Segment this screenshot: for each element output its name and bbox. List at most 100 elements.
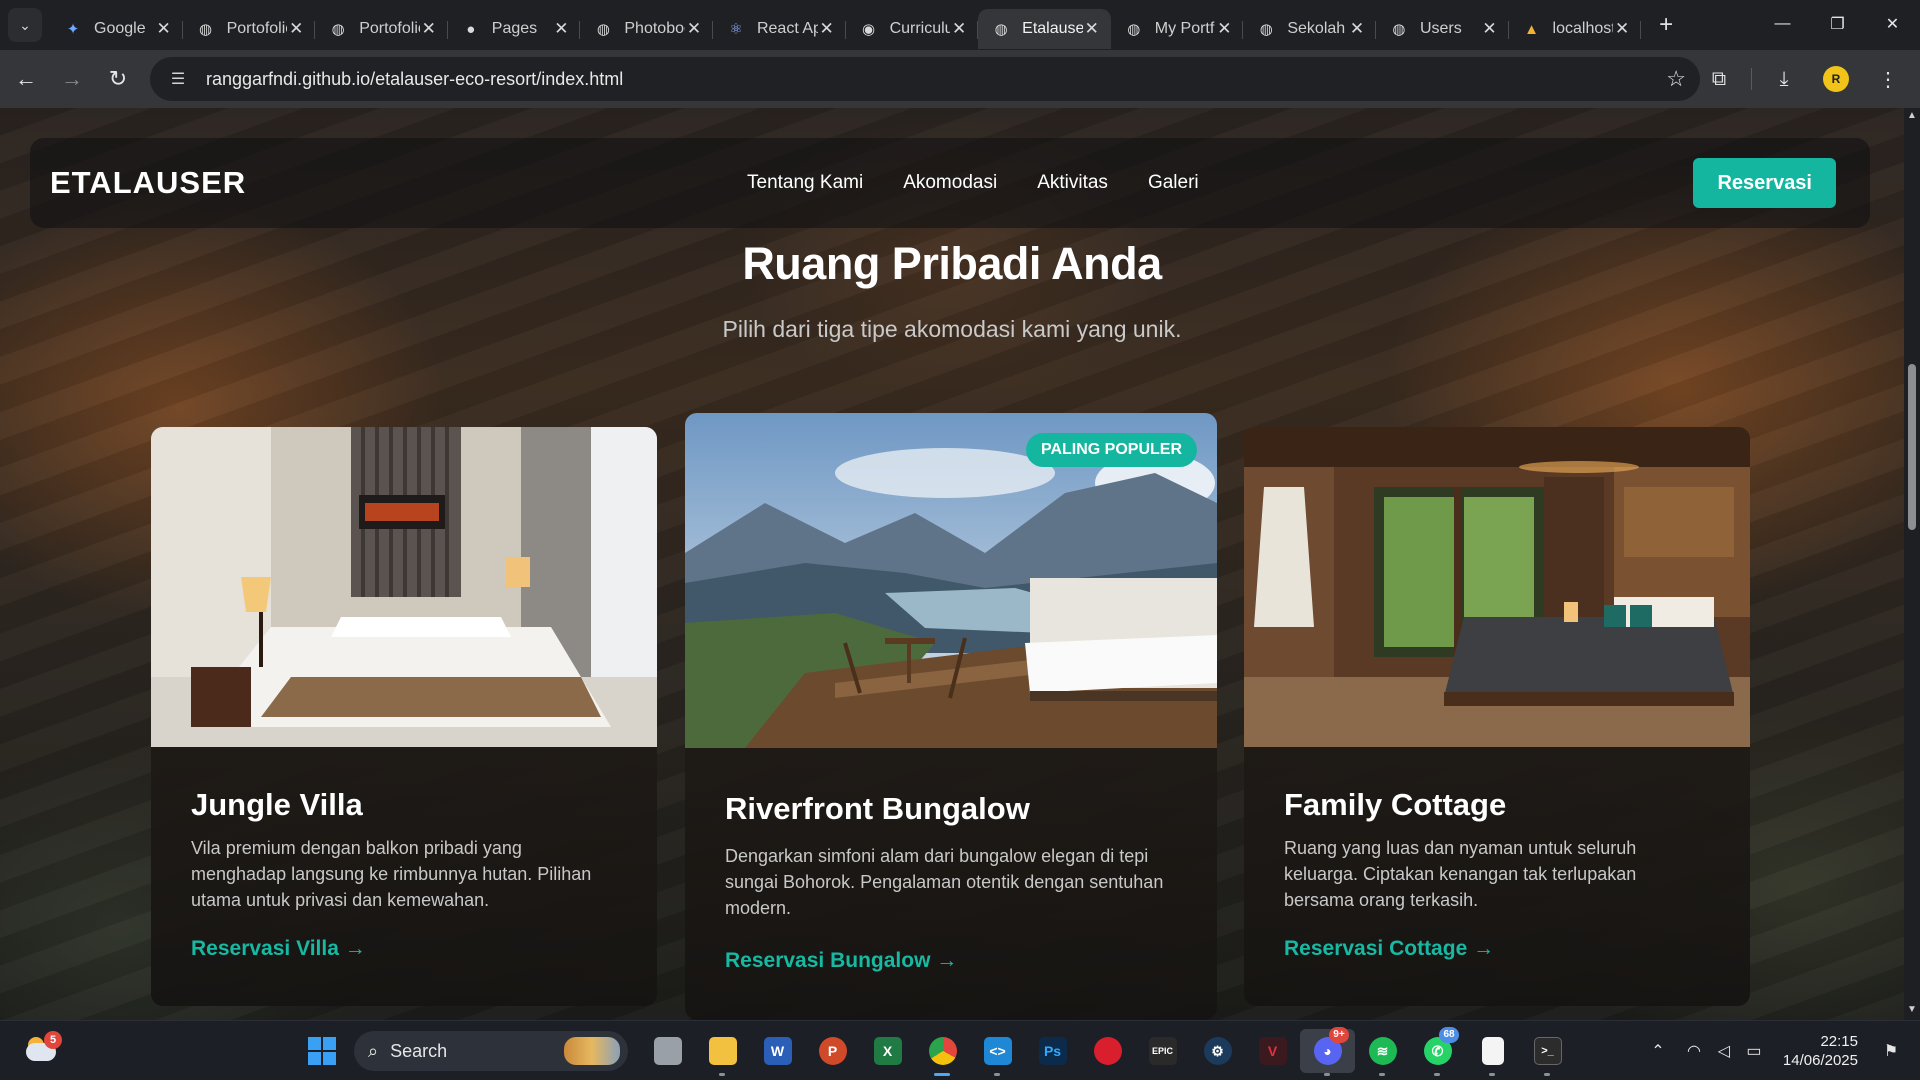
accommodation-card-riverfront-bungalow: PALING POPULER Riverfront Bungalow Denga… (685, 413, 1217, 1020)
browser-tab[interactable]: ◍ Sekolah ✕ (1243, 9, 1376, 49)
notification-bell-icon[interactable]: ⚑ (1876, 1041, 1906, 1061)
globe-icon: ◍ (596, 21, 610, 38)
window-controls: — ❐ ✕ (1755, 0, 1920, 48)
close-icon[interactable]: ✕ (1613, 19, 1631, 39)
close-icon[interactable]: ✕ (1481, 19, 1499, 39)
close-icon[interactable]: ✕ (1215, 19, 1233, 39)
family-cottage-photo (1244, 427, 1750, 747)
browser-tab[interactable]: ◉ Curriculum✕ (846, 9, 979, 49)
close-icon[interactable]: ✕ (818, 19, 836, 39)
restore-icon: ❐ (1830, 16, 1845, 33)
globe-dark-icon: ◉ (862, 21, 876, 38)
url-text[interactable]: ranggarfndi.github.io/etalauser-eco-reso… (206, 69, 623, 90)
browser-tab[interactable]: ✦ Google ✕ (50, 9, 183, 49)
taskbar-spotify[interactable]: ≋ (1355, 1029, 1410, 1076)
browser-tab[interactable]: ◍ Portofolio✕ (183, 9, 316, 49)
browser-tab[interactable]: ◍ Users ✕ (1376, 9, 1509, 49)
minimize-button[interactable]: — (1755, 0, 1810, 48)
taskbar-steam[interactable]: ⚙ (1190, 1029, 1245, 1073)
browser-tab[interactable]: ◍ Photoboot✕ (580, 9, 713, 49)
new-tab-button[interactable]: + (1649, 8, 1683, 42)
close-icon[interactable]: ✕ (950, 19, 968, 39)
running-indicator (1379, 1073, 1385, 1076)
close-icon[interactable]: ✕ (685, 19, 703, 39)
downloads-button[interactable]: ⤓ (1764, 59, 1804, 99)
close-icon[interactable]: ✕ (1083, 19, 1101, 39)
address-bar[interactable]: ☰ ranggarfndi.github.io/etalauser-eco-re… (150, 57, 1700, 101)
close-icon[interactable]: ✕ (1348, 19, 1366, 39)
profile-button[interactable]: R (1816, 59, 1856, 99)
taskbar-red-app[interactable] (1080, 1029, 1135, 1073)
page-scrollbar[interactable]: ▲ ▼ (1904, 108, 1920, 1020)
close-icon[interactable]: ✕ (287, 19, 305, 39)
browser-tab[interactable]: ⚛ React App✕ (713, 9, 846, 49)
github-icon: ● (466, 20, 476, 38)
toolbar-actions: ⧉ ⤓ R ⋮ (1687, 59, 1908, 99)
browser-tab[interactable]: ◍ Portofolio✕ (315, 9, 448, 49)
taskbar-terminal[interactable]: >_ (1520, 1029, 1575, 1076)
gemini-icon: ✦ (66, 21, 80, 38)
back-button[interactable]: ← (6, 59, 46, 99)
file-icon (1481, 1037, 1504, 1065)
globe-icon: ◍ (1392, 21, 1406, 38)
scroll-up-icon[interactable]: ▲ (1906, 110, 1918, 121)
taskbar-word[interactable]: W (750, 1029, 805, 1073)
running-indicator (934, 1073, 950, 1076)
avatar: R (1823, 66, 1849, 92)
taskbar-photoshop[interactable]: Ps (1025, 1029, 1080, 1073)
close-icon[interactable]: ✕ (155, 19, 173, 39)
nav-link-galeri[interactable]: Galeri (1148, 172, 1199, 194)
browser-tab-active[interactable]: ◍ Etalauser✕ (978, 9, 1111, 49)
close-window-button[interactable]: ✕ (1865, 0, 1920, 48)
site-logo[interactable]: ETALAUSER (50, 165, 246, 201)
close-icon[interactable]: ✕ (552, 19, 570, 39)
forward-button[interactable]: → (52, 59, 92, 99)
powerpoint-icon: P (818, 1037, 847, 1065)
chrome-icon (928, 1037, 957, 1065)
menu-button[interactable]: ⋮ (1868, 59, 1908, 99)
clock[interactable]: 22:15 14/06/2025 (1783, 1032, 1858, 1070)
extensions-button[interactable]: ⧉ (1699, 59, 1739, 99)
restore-button[interactable]: ❐ (1810, 0, 1865, 48)
wifi-icon[interactable]: ◠ (1679, 1041, 1709, 1061)
nav-link-aktivitas[interactable]: Aktivitas (1037, 172, 1108, 194)
scroll-down-icon[interactable]: ▼ (1906, 1004, 1918, 1015)
close-icon[interactable]: ✕ (420, 19, 438, 39)
reservasi-villa-link[interactable]: Reservasi Villa → (191, 937, 366, 961)
nav-link-akomodasi[interactable]: Akomodasi (903, 172, 997, 194)
scrollbar-thumb[interactable] (1908, 364, 1916, 530)
reservasi-bungalow-link[interactable]: Reservasi Bungalow → (725, 949, 957, 973)
taskbar-whatsapp[interactable]: ✆ 68 (1410, 1027, 1465, 1076)
tab-title: My Portfolio (1154, 20, 1216, 37)
reservasi-button[interactable]: Reservasi (1693, 158, 1836, 208)
start-button[interactable] (308, 1037, 336, 1065)
tab-search-button[interactable]: ⌄ (8, 8, 42, 42)
arrow-right-icon: → (61, 66, 83, 91)
taskbar-search[interactable]: ⌕ Search (354, 1031, 628, 1071)
taskbar-powerpoint[interactable]: P (805, 1029, 860, 1073)
bookmark-star-icon[interactable]: ☆ (1666, 66, 1686, 92)
taskbar-discord[interactable]: ◕ 9+ (1300, 1027, 1355, 1076)
taskbar-epic-games[interactable]: EPIC (1135, 1029, 1190, 1073)
browser-tab[interactable]: ▲ localhost ✕ (1509, 9, 1642, 49)
taskbar-chrome[interactable] (915, 1029, 970, 1076)
taskbar-task-view[interactable] (640, 1029, 695, 1073)
browser-tab[interactable]: ● Pages ✕ (448, 9, 581, 49)
taskbar-vscode[interactable]: <> (970, 1029, 1025, 1076)
photoshop-icon: Ps (1038, 1037, 1067, 1065)
card-title: Riverfront Bungalow (725, 791, 1030, 826)
section-subtitle: Pilih dari tiga tipe akomodasi kami yang… (722, 316, 1182, 342)
nav-link-tentang-kami[interactable]: Tentang Kami (747, 172, 863, 194)
reload-button[interactable]: ↻ (98, 59, 138, 99)
browser-tab[interactable]: ◍ My Portfolio✕ (1111, 9, 1244, 49)
chevron-up-icon[interactable]: ⌃ (1643, 1041, 1673, 1061)
site-info-icon[interactable]: ☰ (158, 69, 198, 89)
taskbar-file-explorer[interactable] (695, 1029, 750, 1076)
taskbar-vivaldi[interactable]: V (1245, 1029, 1300, 1073)
taskbar-notepad[interactable] (1465, 1029, 1520, 1076)
volume-icon[interactable]: ◁ (1709, 1041, 1739, 1061)
taskbar-excel[interactable]: X (860, 1029, 915, 1073)
battery-icon[interactable]: ▭ (1739, 1041, 1769, 1061)
weather-widget[interactable]: 5 (24, 1031, 62, 1065)
reservasi-cottage-link[interactable]: Reservasi Cottage → (1284, 937, 1494, 961)
